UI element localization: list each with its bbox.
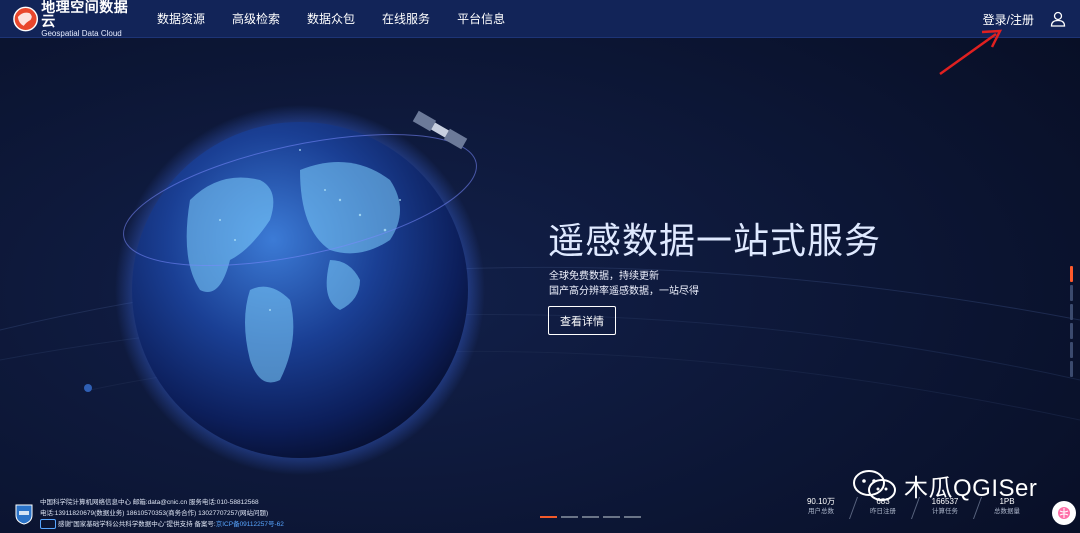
- site-logo[interactable]: 地理空间数据云 Geospatial Data Cloud: [12, 0, 140, 37]
- side-indicator-item[interactable]: [1070, 304, 1073, 320]
- side-indicator-item[interactable]: [1070, 361, 1073, 377]
- carousel-dots: [540, 516, 645, 518]
- side-indicator: [1070, 266, 1073, 377]
- brand-subtitle: Geospatial Data Cloud: [41, 28, 122, 38]
- carousel-dot[interactable]: [561, 516, 578, 518]
- carousel-dot[interactable]: [540, 516, 557, 518]
- stat-label: 总数据量: [994, 508, 1020, 515]
- globe-logo-icon: [13, 6, 39, 31]
- hero-subtitle: 全球免费数据，持续更新 国产高分辨率遥感数据，一站尽得: [549, 269, 699, 299]
- hero-background: [0, 0, 1080, 533]
- nav-item-advanced-search[interactable]: 高级检索: [232, 10, 280, 27]
- stat-label: 计算任务: [932, 508, 958, 515]
- carousel-dot[interactable]: [624, 516, 641, 518]
- nav-item-online-services[interactable]: 在线服务: [382, 10, 430, 27]
- side-indicator-item[interactable]: [1070, 285, 1073, 301]
- brand-name: 地理空间数据云: [41, 0, 129, 29]
- cas-shield-logo-icon: [15, 504, 33, 525]
- footer-info: 中国科学院计算机网络信息中心 邮箱:data@cnic.cn 服务电话:010-…: [40, 497, 284, 530]
- view-details-button[interactable]: 查看详情: [548, 306, 616, 335]
- stat-label: 昨日注册: [870, 508, 896, 515]
- watermark: 木瓜QGISer: [852, 468, 1037, 503]
- side-indicator-item[interactable]: [1070, 342, 1073, 358]
- hero-title: 遥感数据一站式服务: [548, 220, 882, 261]
- icp-link[interactable]: 京ICP备09112257号-62: [216, 521, 284, 528]
- side-indicator-item[interactable]: [1070, 266, 1073, 282]
- main-menu: 数据资源 高级检索 数据众包 在线服务 平台信息: [157, 10, 532, 27]
- brain-icon: [1058, 507, 1070, 519]
- footer-line-1: 中国科学院计算机网络信息中心 邮箱:data@cnic.cn 服务电话:010-…: [40, 499, 259, 506]
- footer-line-2: 电话:13911820679(数据业务) 18610570353(商务合作) 1…: [40, 510, 269, 517]
- cloud-badge-icon: [40, 519, 56, 530]
- carousel-dot[interactable]: [582, 516, 599, 518]
- carousel-dot[interactable]: [603, 516, 620, 518]
- hero-subtitle-line-1: 全球免费数据，持续更新: [549, 271, 659, 282]
- nav-item-crowdsourcing[interactable]: 数据众包: [307, 10, 355, 27]
- watermark-text: 木瓜QGISer: [904, 475, 1038, 502]
- wechat-icon: [853, 469, 896, 501]
- nav-item-platform-info[interactable]: 平台信息: [457, 10, 505, 27]
- annotation-arrow-icon: [939, 29, 1003, 76]
- user-icon[interactable]: [1050, 11, 1066, 27]
- top-navbar: 地理空间数据云 Geospatial Data Cloud 数据资源 高级检索 …: [0, 0, 1080, 38]
- hero-subtitle-line-2: 国产高分辨率遥感数据，一站尽得: [549, 286, 699, 297]
- floating-assistant-button[interactable]: [1052, 501, 1076, 525]
- footer-line-3: 感谢"国家基础学科公共科学数据中心"提供支持 备案号:京ICP备09112257…: [40, 519, 284, 530]
- stat-users: 90.10万 用户总数: [800, 497, 859, 519]
- stat-value: 90.10万: [806, 497, 836, 506]
- stat-label: 用户总数: [808, 508, 834, 515]
- side-indicator-item[interactable]: [1070, 323, 1073, 339]
- nav-item-data-resources[interactable]: 数据资源: [157, 10, 205, 27]
